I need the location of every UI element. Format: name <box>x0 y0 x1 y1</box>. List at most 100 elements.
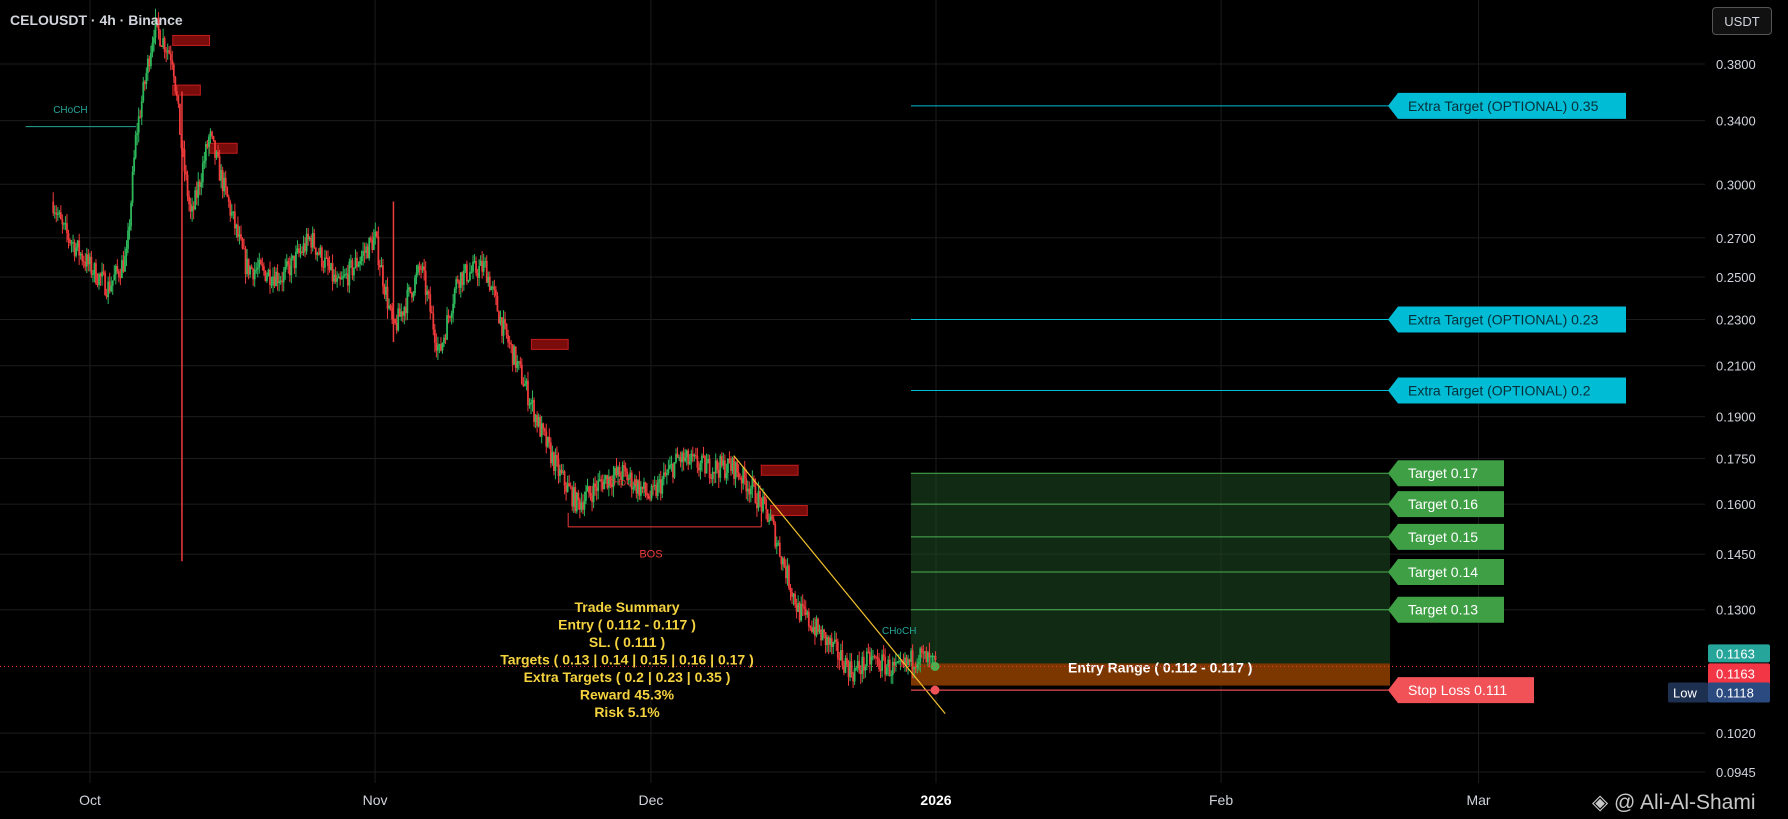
price-chart[interactable]: Extra Target (OPTIONAL) 0.35 Extra Target… <box>0 0 1788 819</box>
candle-body <box>505 323 508 336</box>
level-tag-target-5[interactable]: Target 0.15 <box>1388 523 1504 550</box>
level-tag-target-4[interactable]: Target 0.16 <box>1388 491 1504 518</box>
candle-body <box>441 343 444 351</box>
candle-body <box>832 642 835 647</box>
candle-body <box>82 261 85 263</box>
candle-body <box>508 342 511 344</box>
candle-body <box>694 454 697 456</box>
candle-body <box>765 499 767 510</box>
candle-body <box>343 274 346 276</box>
currency-unit-button[interactable]: USDT <box>1712 7 1772 35</box>
supply-block <box>530 338 569 350</box>
candle-body <box>104 272 107 296</box>
candle-body <box>386 286 389 309</box>
candle-body <box>728 458 731 464</box>
candle-body <box>201 163 204 183</box>
candle-body <box>881 654 883 671</box>
candle-body <box>52 201 55 214</box>
candle-body <box>375 231 378 237</box>
candle-body <box>569 486 572 488</box>
candle-body <box>412 293 415 298</box>
x-tick-label: Dec <box>638 792 663 808</box>
candle-body <box>113 274 116 281</box>
candle-body <box>774 523 777 547</box>
candle-body <box>749 488 752 495</box>
candle-body <box>603 479 606 490</box>
candle-body <box>217 151 219 157</box>
candle-body <box>583 500 586 510</box>
candle-body <box>133 157 136 172</box>
candle-body <box>110 285 113 292</box>
last-price-badge: 0.1163 <box>1708 644 1770 663</box>
symbol-header: CELOUSDT · 4h · Binance <box>10 12 183 28</box>
x-tick-label: Mar <box>1466 792 1490 808</box>
candle-body <box>504 319 506 324</box>
low-price-badge: Low 0.1118 <box>1668 682 1770 703</box>
candle-body <box>130 202 132 227</box>
level-tag-target-7[interactable]: Target 0.13 <box>1388 596 1504 623</box>
candle-body <box>665 473 668 476</box>
candle-body <box>186 174 189 197</box>
candle-body <box>661 479 664 494</box>
candle-body <box>211 131 213 136</box>
candle-body <box>327 257 329 267</box>
candle-body <box>652 485 655 487</box>
level-tag-extra-0[interactable]: Extra Target (OPTIONAL) 0.35 <box>1388 92 1626 119</box>
y-tick-label: 0.1020 <box>1716 726 1756 741</box>
candle-body <box>528 404 531 406</box>
candle-body <box>432 313 435 330</box>
candle-body <box>153 37 155 44</box>
candle-body <box>885 667 888 675</box>
y-tick-label: 0.2100 <box>1716 359 1756 374</box>
trade-summary: Trade Summary Entry ( 0.112 - 0.117 )SL. … <box>500 599 754 720</box>
candle-body <box>853 668 856 682</box>
candle-body <box>159 30 161 46</box>
svg-text:Low: Low <box>1673 685 1697 700</box>
candle-body <box>174 76 177 92</box>
level-tag-target-3[interactable]: Target 0.17 <box>1388 460 1504 487</box>
candle-body <box>168 50 171 54</box>
candle-body <box>577 492 580 500</box>
candle-body <box>324 257 326 268</box>
candle-body <box>136 132 139 136</box>
y-tick-label: 0.1750 <box>1716 451 1756 466</box>
candle-body <box>890 674 893 676</box>
candle-body <box>585 491 587 501</box>
candle-body <box>510 343 513 345</box>
summary-line-3: Targets ( 0.13 | 0.14 | 0.15 | 0.16 | 0.… <box>500 652 754 668</box>
candle-body <box>588 486 590 494</box>
level-tag-extra-2[interactable]: Extra Target (OPTIONAL) 0.2 <box>1388 377 1626 404</box>
candle-body <box>446 315 448 340</box>
candle-body <box>696 455 699 468</box>
candle-body <box>465 264 468 282</box>
candle-body <box>475 260 477 274</box>
level-tag-extra-1[interactable]: Extra Target (OPTIONAL) 0.23 <box>1388 306 1626 333</box>
candle-body <box>241 238 244 249</box>
candle-body <box>360 255 363 262</box>
candle-body <box>447 315 450 317</box>
candle-body <box>482 262 485 272</box>
summary-line-1: Entry ( 0.112 - 0.117 ) <box>558 617 696 633</box>
candle-body <box>519 361 522 365</box>
y-tick-label: 0.3000 <box>1716 177 1756 192</box>
candle-body <box>870 656 873 665</box>
level-tag-target-6[interactable]: Target 0.14 <box>1388 559 1504 586</box>
candle-body <box>530 402 532 405</box>
candle-body <box>478 266 481 278</box>
candle-body <box>185 171 187 175</box>
level-tag-stop-8[interactable]: Stop Loss 0.111 <box>1388 677 1534 704</box>
candle-body <box>436 345 439 351</box>
level-tag-text: Target 0.15 <box>1408 529 1478 545</box>
candle-body <box>224 177 227 188</box>
candle-body <box>357 264 360 267</box>
candle-body <box>117 271 120 277</box>
author-watermark: ◈ @ Ali-Al-Shami <box>1592 790 1756 815</box>
svg-text:0.1163: 0.1163 <box>1716 646 1755 661</box>
candle-body <box>66 223 68 234</box>
level-tag-text: Target 0.16 <box>1408 496 1478 512</box>
svg-text:0.1118: 0.1118 <box>1716 685 1754 700</box>
candle-body <box>646 492 648 496</box>
candle-body <box>336 278 339 282</box>
candle-body <box>667 468 670 474</box>
summary-line-5: Reward 45.3% <box>580 687 675 703</box>
